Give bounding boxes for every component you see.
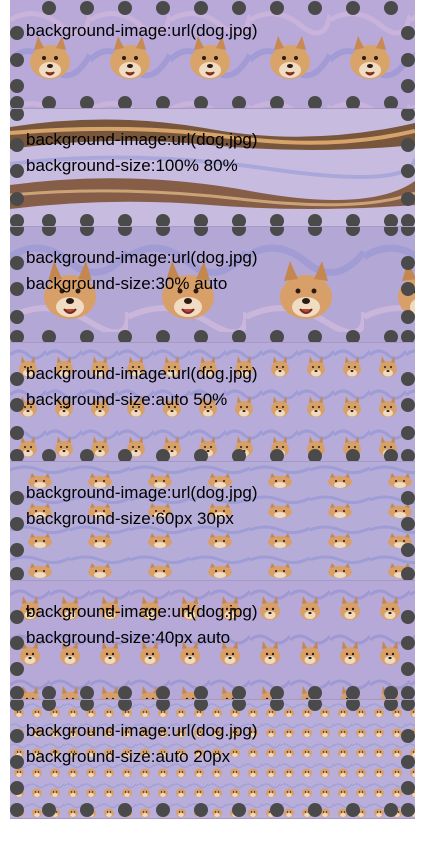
panel-size-30-auto: background-image:url(dog.jpg) background… — [10, 227, 415, 343]
css-rule-image: background-image:url(dog.jpg) — [26, 364, 258, 383]
css-rule-size: background-size:auto 20px — [26, 747, 231, 766]
css-rule-size: background-size:auto 50% — [26, 390, 228, 409]
panel-text: background-image:url(dog.jpg) background… — [10, 700, 415, 770]
panel-text: background-image:url(dog.jpg) — [10, 0, 415, 44]
panel-text: background-image:url(dog.jpg) background… — [10, 581, 415, 651]
css-rule-image: background-image:url(dog.jpg) — [26, 21, 258, 40]
css-rule-image: background-image:url(dog.jpg) — [26, 130, 258, 149]
panel-text: background-image:url(dog.jpg) background… — [10, 109, 415, 179]
panel-size-100-80: background-image:url(dog.jpg) background… — [10, 109, 415, 227]
css-rule-image: background-image:url(dog.jpg) — [26, 483, 258, 502]
css-rule-size: background-size:30% auto — [26, 274, 228, 293]
panel-text: background-image:url(dog.jpg) background… — [10, 343, 415, 413]
css-rule-image: background-image:url(dog.jpg) — [26, 602, 258, 621]
panel-size-40px-auto: background-image:url(dog.jpg) background… — [10, 581, 415, 700]
demo-stack: background-image:url(dog.jpg) background… — [10, 0, 415, 819]
panel-size-auto-20px: background-image:url(dog.jpg) background… — [10, 700, 415, 819]
css-rule-size: background-size:40px auto — [26, 628, 231, 647]
panel-size-60px-30px: background-image:url(dog.jpg) background… — [10, 462, 415, 581]
panel-size-auto-50: background-image:url(dog.jpg) background… — [10, 343, 415, 462]
css-rule-size: background-size:60px 30px — [26, 509, 234, 528]
css-rule-size: background-size:100% 80% — [26, 156, 238, 175]
panel-text: background-image:url(dog.jpg) background… — [10, 227, 415, 297]
css-rule-image: background-image:url(dog.jpg) — [26, 248, 258, 267]
panel-background-image: background-image:url(dog.jpg) — [10, 0, 415, 109]
css-rule-image: background-image:url(dog.jpg) — [26, 721, 258, 740]
panel-text: background-image:url(dog.jpg) background… — [10, 462, 415, 532]
